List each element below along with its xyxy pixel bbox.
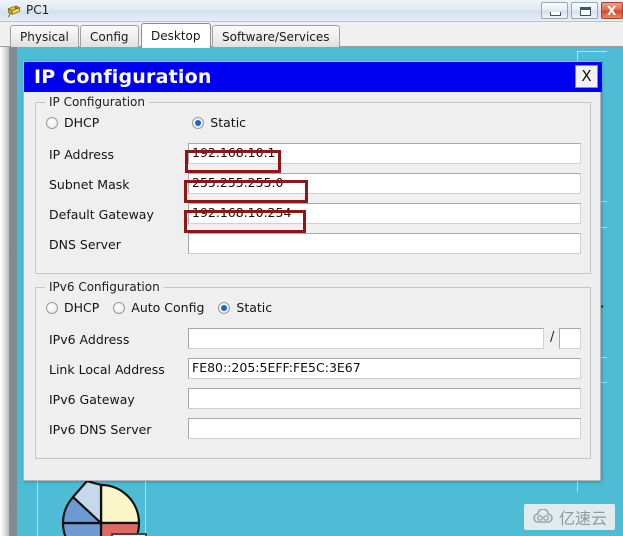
ipv6-prefix-separator: / (550, 330, 555, 345)
ipv6-address-label: IPv6 Address (49, 332, 130, 347)
window-title: PC1 (26, 3, 50, 17)
ipv6-gateway-label: IPv6 Gateway (49, 392, 135, 407)
radio-checked-icon (192, 116, 205, 129)
cloud-icon (533, 509, 553, 523)
ipv6-auto-config-label: Auto Config (131, 300, 205, 315)
dialog-titlebar: IP Configuration X (24, 62, 602, 92)
ipv6-dns-server-label: IPv6 DNS Server (49, 422, 152, 437)
maximize-button[interactable] (571, 2, 598, 19)
dns-server-label: DNS Server (49, 237, 121, 252)
ipv4-group-legend: IP Configuration (45, 95, 149, 109)
window-frame-left-shadow (9, 47, 17, 536)
window-controls: X (541, 2, 623, 20)
ipv4-dhcp-label: DHCP (64, 115, 100, 130)
desktop-panel: or IP Configuration X (0, 47, 623, 536)
ipv4-static-radio[interactable]: Static (192, 115, 246, 130)
default-gateway-label: Default Gateway (49, 207, 154, 222)
minimize-button[interactable] (541, 2, 568, 19)
ipv6-dns-server-input[interactable] (188, 418, 581, 439)
link-local-address-label: Link Local Address (49, 362, 165, 377)
maximize-icon (580, 7, 591, 16)
device-icon (7, 5, 21, 18)
minimize-icon (550, 12, 561, 16)
ipv6-dhcp-label: DHCP (64, 300, 100, 315)
tab-software-services[interactable]: Software/Services (212, 25, 340, 47)
radio-checked-icon (218, 301, 231, 314)
radio-unchecked-icon (113, 301, 126, 314)
ipv6-dhcp-radio[interactable]: DHCP (46, 300, 99, 315)
dialog-title: IP Configuration (34, 66, 212, 88)
ipv4-dhcp-radio[interactable]: DHCP (46, 115, 99, 130)
ipv4-group: IP Configuration DHCP Static IP Address … (35, 95, 591, 274)
tab-physical[interactable]: Physical (10, 25, 79, 47)
app-window: PC1 X Physical Config Desktop Software/S… (0, 0, 623, 536)
dialog-close-button[interactable]: X (575, 65, 598, 88)
ipv6-prefix-length-input[interactable] (559, 328, 581, 349)
ipv6-group-legend: IPv6 Configuration (45, 280, 164, 294)
radio-unchecked-icon (46, 116, 58, 129)
close-icon: X (607, 4, 617, 18)
link-local-address-input[interactable]: FE80::205:5EFF:FE5C:3E67 (188, 358, 581, 379)
ipv6-gateway-input[interactable] (188, 388, 581, 409)
tab-bar: Physical Config Desktop Software/Service… (0, 22, 623, 48)
pie-chart-icon[interactable] (55, 475, 147, 536)
ipv6-mode-radios: DHCP Auto Config Static (46, 300, 566, 315)
ipv6-auto-config-radio[interactable]: Auto Config (113, 300, 204, 315)
watermark-text: 亿速云 (558, 509, 607, 528)
subnet-mask-input[interactable]: 255.255.255.0 (188, 173, 581, 194)
ipv6-address-input[interactable] (188, 328, 544, 349)
dns-server-input[interactable] (188, 233, 581, 254)
close-button[interactable]: X (601, 2, 623, 19)
bg-outline-2 (577, 51, 607, 52)
ipv6-group: IPv6 Configuration DHCP Auto Config Stat… (35, 280, 591, 459)
tab-config[interactable]: Config (80, 25, 139, 47)
tab-desktop[interactable]: Desktop (141, 23, 211, 48)
window-frame-left (0, 47, 9, 536)
ip-address-input[interactable]: 192.168.10.1 (188, 143, 581, 164)
watermark: 亿速云 (523, 504, 615, 530)
ipv6-static-radio[interactable]: Static (218, 300, 272, 315)
radio-unchecked-icon (46, 301, 58, 314)
default-gateway-input[interactable]: 192.168.10.254 (188, 203, 581, 224)
subnet-mask-label: Subnet Mask (49, 177, 130, 192)
ip-address-label: IP Address (49, 147, 114, 162)
ip-configuration-dialog: IP Configuration X IP Configuration DHCP… (23, 61, 602, 481)
window-titlebar: PC1 X (0, 0, 623, 22)
ipv4-static-label: Static (210, 115, 247, 130)
ipv6-static-label: Static (236, 300, 273, 315)
ipv4-mode-radios: DHCP Static (46, 115, 566, 130)
